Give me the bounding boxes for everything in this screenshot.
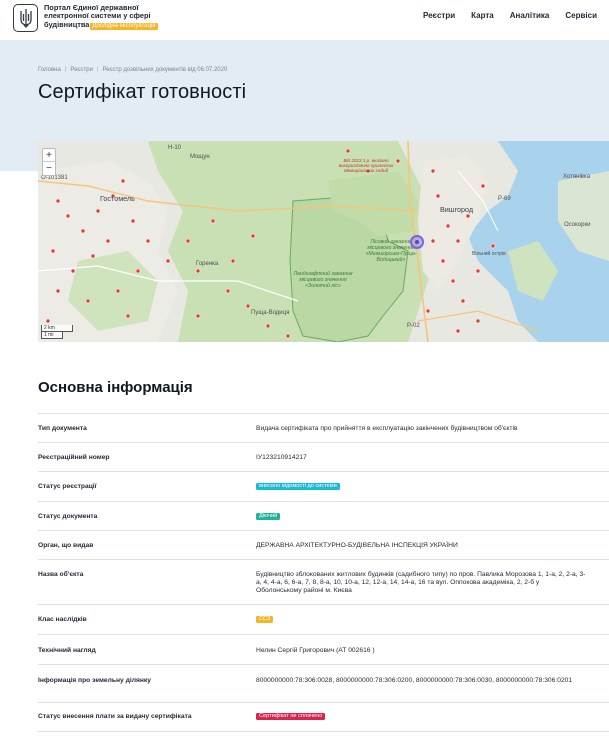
- site-header: Портал Єдиної державної електронної сист…: [0, 0, 609, 40]
- row-label-doc-status: Статус документа: [38, 513, 98, 520]
- table-row: Клас наслідків СС3: [38, 604, 609, 634]
- map-label-pushcha: Пуща-Водиця: [251, 310, 290, 316]
- reg-status-badge: внесено відомості до системи: [256, 483, 340, 490]
- map-label-island: Вільний острів: [472, 251, 506, 257]
- breadcrumb-current: Реєстр дозвільних документів від 06.07.2…: [102, 67, 228, 73]
- consequence-class-badge: СС3: [256, 616, 274, 623]
- nav-registries[interactable]: Реєстри: [423, 11, 455, 20]
- row-value-supervision: Нелин Сергій Григорович (АТ 002616 ): [256, 647, 375, 654]
- object-location-marker[interactable]: [410, 235, 424, 249]
- hero-corner: [0, 143, 38, 171]
- table-row: Технічний нагляд Нелин Сергій Григорович…: [38, 634, 609, 664]
- row-label-supervision: Технічний нагляд: [38, 647, 96, 654]
- map-label-vyshhorod: Вишгород: [440, 205, 474, 214]
- map-label-memorial: Від 2023 1 р. вказано використання приле…: [338, 158, 394, 174]
- breadcrumb-registries[interactable]: Реєстри: [70, 67, 93, 73]
- nav-map[interactable]: Карта: [471, 11, 494, 20]
- table-row: Тип документа Видача сертифіката про при…: [38, 413, 609, 442]
- map-label-zakaznyk-gold: Ландшафтний заказник місцевого значення …: [293, 271, 353, 289]
- breadcrumb-separator: |: [96, 67, 99, 73]
- breadcrumb: Головна | Реєстри | Реєстр дозвільних до…: [38, 67, 227, 73]
- map-label-road-n10: Н-10: [168, 145, 182, 151]
- row-value-reg-number: ІУ123210914217: [256, 454, 307, 461]
- row-value-object-name: Будівництво зблокованих житлових будинкі…: [256, 571, 586, 595]
- row-label-consequence-class: Клас наслідків: [38, 616, 87, 623]
- doc-status-badge: Діючий: [256, 513, 281, 520]
- location-map[interactable]: Гостомель Горенка Мощун Пуща-Водиця Вишг…: [38, 141, 609, 342]
- brand-line: будівництва: [44, 19, 90, 29]
- zoom-out-button[interactable]: −: [43, 162, 55, 175]
- row-label-doc-type: Тип документа: [38, 425, 87, 432]
- map-scale: 2 km 1 mi: [41, 325, 73, 339]
- table-row: Орган, що видав ДЕРЖАВНА АРХІТЕКТУРНО-БУ…: [38, 530, 609, 559]
- zoom-control: + −: [42, 148, 56, 176]
- table-row: Реєстраційний номер ІУ123210914217: [38, 442, 609, 471]
- page-title: Сертифікат готовності: [38, 81, 247, 103]
- map-label-road-p02: Р-02: [407, 323, 420, 329]
- row-label-payment-status: Статус внесення плати за видачу сертифік…: [38, 713, 192, 720]
- table-row: Статус внесення плати за видачу сертифік…: [38, 702, 609, 732]
- beta-badge: Дослідна експлуатація: [90, 22, 158, 30]
- map-label-gostomel: Гостомель: [100, 194, 135, 203]
- section-title: Основна інформація: [38, 379, 193, 396]
- map-label-horenka: Горенка: [196, 261, 219, 267]
- map-label-osokorky: Осокорки: [564, 222, 591, 228]
- table-row: Назва об'єкта Будівництво зблокованих жи…: [38, 559, 609, 604]
- row-label-reg-number: Реєстраційний номер: [38, 454, 110, 461]
- table-row: Інформація про земельну ділянку 80000000…: [38, 664, 609, 702]
- nav-analytics[interactable]: Аналітика: [510, 11, 550, 20]
- breadcrumb-home[interactable]: Головна: [38, 67, 61, 73]
- main-nav: Реєстри Карта Аналітика Сервіси: [423, 11, 597, 20]
- row-value-doc-type: Видача сертифіката про прийняття в експл…: [256, 425, 518, 432]
- trident-logo[interactable]: [13, 4, 38, 32]
- scale-mi: 1 mi: [41, 332, 63, 339]
- nav-services[interactable]: Сервіси: [565, 11, 597, 20]
- map-label-moshchun: Мощун: [190, 154, 210, 160]
- map-label-road-p69: Р-69: [498, 196, 511, 202]
- map-label-khotianivka: Хотянівка: [563, 174, 591, 180]
- zoom-in-button[interactable]: +: [43, 149, 55, 162]
- row-label-issuer: Орган, що видав: [38, 542, 94, 549]
- scale-km: 2 km: [41, 325, 73, 332]
- row-value-land-info: 8000000000:78:306:0028, 8000000000:78:30…: [256, 677, 573, 684]
- row-label-object-name: Назва об'єкта: [38, 571, 84, 578]
- row-value-issuer: ДЕРЖАВНА АРХІТЕКТУРНО-БУДІВЕЛЬНА ІНСПЕКЦ…: [256, 542, 458, 549]
- trident-icon: [19, 9, 32, 28]
- table-row: Статус документа Діючий: [38, 501, 609, 530]
- brand-title[interactable]: Портал Єдиної державної електронної сист…: [44, 3, 184, 30]
- table-row: Статус реєстрації внесено відомості до с…: [38, 471, 609, 501]
- map-canvas: [38, 141, 609, 342]
- payment-status-badge: Сертифікат не сплачено: [256, 713, 326, 720]
- row-label-reg-status: Статус реєстрації: [38, 483, 97, 490]
- row-label-land-info: Інформація про земельну ділянку: [38, 677, 151, 684]
- breadcrumb-separator: |: [64, 67, 67, 73]
